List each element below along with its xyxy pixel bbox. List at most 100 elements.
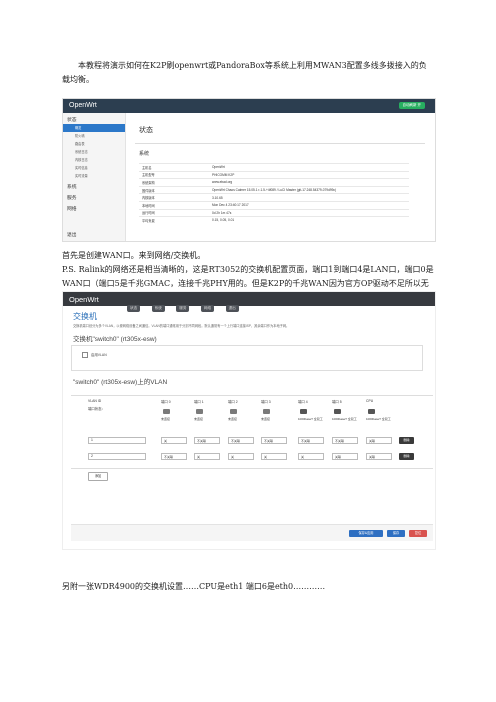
save-button[interactable]: 保存 xyxy=(387,530,405,537)
row-value: Mon Dec 4 23:40:17 2017 xyxy=(209,200,409,210)
enable-vlan-checkbox[interactable]: 启用VLAN xyxy=(82,352,107,359)
row-value: 3.10.65 xyxy=(209,193,409,202)
port-select[interactable]: 关 xyxy=(228,453,254,460)
row-key: 主机型号 xyxy=(139,170,209,179)
col-vlan-id: VLAN ID xyxy=(88,399,102,403)
port-select[interactable]: 关联 xyxy=(366,437,392,444)
footer-paragraph: 另附一张WDR4900的交换机设置……CPU是eth1 端口6是eth0………… xyxy=(62,582,326,591)
row-value: OpenWrt xyxy=(209,163,409,172)
menu-network[interactable]: 网络 xyxy=(63,202,125,213)
port-select[interactable]: 关 xyxy=(298,453,324,460)
table-row: 内核版本 3.10.65 xyxy=(139,193,409,202)
checkbox-icon[interactable] xyxy=(82,352,88,359)
row-key: 运行时间 xyxy=(139,208,209,217)
menu-realtime[interactable]: 实时信息 xyxy=(63,164,125,172)
port-select[interactable]: 关联 xyxy=(366,453,392,460)
switch-options-box: 启用VLAN xyxy=(71,345,423,371)
auto-refresh-badge[interactable]: 自动刷新 开 xyxy=(398,102,425,109)
menu-syslog[interactable]: 系统日志 xyxy=(63,148,125,156)
col-port-2: 端口 2 xyxy=(228,400,238,404)
port-icon xyxy=(230,409,237,414)
port-select[interactable]: 关 xyxy=(161,437,187,444)
reset-button[interactable]: 复位 xyxy=(409,530,427,537)
port-select[interactable]: 不关联 xyxy=(298,437,324,444)
row-value: 0d 2h 1m 47s xyxy=(209,208,409,217)
port-icon xyxy=(300,409,307,414)
row-key: 主机名 xyxy=(139,163,209,172)
menu-overview[interactable]: 概览 xyxy=(63,124,125,132)
menu-kernel-log[interactable]: 内核日志 xyxy=(63,156,125,164)
page-description: 交换机端口划分为多个VLAN，以便网络设备之间通信。VLAN的端口通常用于分割不… xyxy=(73,324,290,328)
brand-logo: OpenWrt xyxy=(69,102,97,109)
row-key: 内核版本 xyxy=(139,193,209,202)
delete-button[interactable]: 删除 xyxy=(399,437,414,444)
page-title: 交换机 xyxy=(73,312,97,321)
table-row: 系统架构 www.ebad.org xyxy=(139,178,409,187)
table-row: 主机名 OpenWrt xyxy=(139,163,409,172)
port-select[interactable]: 关联 xyxy=(332,453,358,460)
nav-services[interactable]: 服务 xyxy=(176,305,190,312)
port-icon xyxy=(163,409,170,414)
row-key: 平均负载 xyxy=(139,216,209,224)
section-title: 系统 xyxy=(139,151,150,157)
port-icon xyxy=(196,409,203,414)
port-status: 1000baseT 全双工 xyxy=(366,417,391,421)
col-port-0: 端口 0 xyxy=(161,400,171,404)
port-select[interactable]: 不关联 xyxy=(228,437,254,444)
port-status: 未连接 xyxy=(194,417,204,421)
port-select[interactable]: 关 xyxy=(194,453,220,460)
vlan-id-input[interactable]: 1 xyxy=(88,437,146,444)
port-select[interactable]: 不关联 xyxy=(261,437,287,444)
table-row: 主机型号 PHICOMM K2P xyxy=(139,170,409,179)
port-icon xyxy=(334,409,341,414)
port-select[interactable]: 关 xyxy=(261,453,287,460)
step-paragraph: 首先是创建WAN口。来到网络/交换机。 xyxy=(62,251,206,260)
port-state-label: 端口状态： xyxy=(88,407,105,411)
port-select[interactable]: 不关联 xyxy=(194,437,220,444)
col-port-3: 端口 3 xyxy=(261,400,271,404)
divider xyxy=(135,143,425,144)
row-value: www.ebad.org xyxy=(209,178,409,187)
openwrt-switch-screenshot: OpenWrt 状态 系统 服务 网络 退出 交换机 交换机端口划分为多个VLA… xyxy=(62,291,436,550)
row-key: 固件版本 xyxy=(139,185,209,194)
menu-traffic[interactable]: 实时流量 xyxy=(63,172,125,180)
table-row: 本地时间 Mon Dec 4 23:40:17 2017 xyxy=(139,200,409,210)
menu-system[interactable]: 系统 xyxy=(63,180,125,191)
row-value: 0.15, 0.05, 0.01 xyxy=(209,216,409,224)
col-cpu: CPU xyxy=(366,399,374,403)
save-apply-button[interactable]: 保存&应用 xyxy=(349,530,383,537)
table-row: 运行时间 0d 2h 1m 47s xyxy=(139,208,409,217)
menu-firewall[interactable]: 防火墙 xyxy=(63,132,125,140)
nav-logout[interactable]: 退出 xyxy=(225,305,239,312)
table-row: 平均负载 0.15, 0.05, 0.01 xyxy=(139,216,409,224)
delete-button[interactable]: 删除 xyxy=(399,453,414,460)
sidebar: 状态 概览 防火墙 路由表 系统日志 内核日志 实时信息 实时流量 系统 服务 … xyxy=(63,113,126,241)
nav-system[interactable]: 系统 xyxy=(151,305,165,312)
nav-status[interactable]: 状态 xyxy=(127,305,141,312)
menu-logout[interactable]: 退出 xyxy=(67,231,77,238)
row-value: OpenWrt Chaos Calmer 15.05.1 r-1.5-+4f08… xyxy=(209,185,409,194)
nav-network[interactable]: 网络 xyxy=(200,305,215,312)
table-row: 固件版本 OpenWrt Chaos Calmer 15.05.1 r-1.5-+… xyxy=(139,185,409,194)
switch-heading: 交换机"switch0" (rt305x-esw) xyxy=(73,336,157,343)
openwrt-status-screenshot: OpenWrt 自动刷新 开 状态 概览 防火墙 路由表 系统日志 内核日志 实… xyxy=(62,98,436,242)
top-bar: OpenWrt 状态 系统 服务 网络 退出 xyxy=(63,292,435,312)
top-bar: OpenWrt 自动刷新 开 xyxy=(63,99,435,113)
port-icon xyxy=(368,409,375,414)
row-key: 本地时间 xyxy=(139,200,209,210)
vlan-id-input[interactable]: 2 xyxy=(88,453,146,460)
port-select[interactable]: 不关联 xyxy=(161,453,187,460)
menu-services[interactable]: 服务 xyxy=(63,191,125,202)
menu-routes[interactable]: 路由表 xyxy=(63,140,125,148)
row-key: 系统架构 xyxy=(139,178,209,187)
enable-vlan-label: 启用VLAN xyxy=(91,353,107,357)
col-port-5: 端口 5 xyxy=(332,400,342,404)
port-select[interactable]: 不关联 xyxy=(332,437,358,444)
menu-status[interactable]: 状态 xyxy=(63,113,125,124)
page-title: 状态 xyxy=(139,127,153,134)
row-value: PHICOMM K2P xyxy=(209,170,409,179)
add-vlan-button[interactable]: 添加 xyxy=(88,472,108,481)
main-content: 状态 系统 主机名 OpenWrt 主机型号 PHICOMM K2P 系统架构 www… xyxy=(129,113,431,241)
intro-paragraph: 本教程将演示如何在K2P刷openwrt或PandoraBox等系统上利用MWA… xyxy=(62,61,427,84)
port-status: 未连接 xyxy=(261,417,271,421)
